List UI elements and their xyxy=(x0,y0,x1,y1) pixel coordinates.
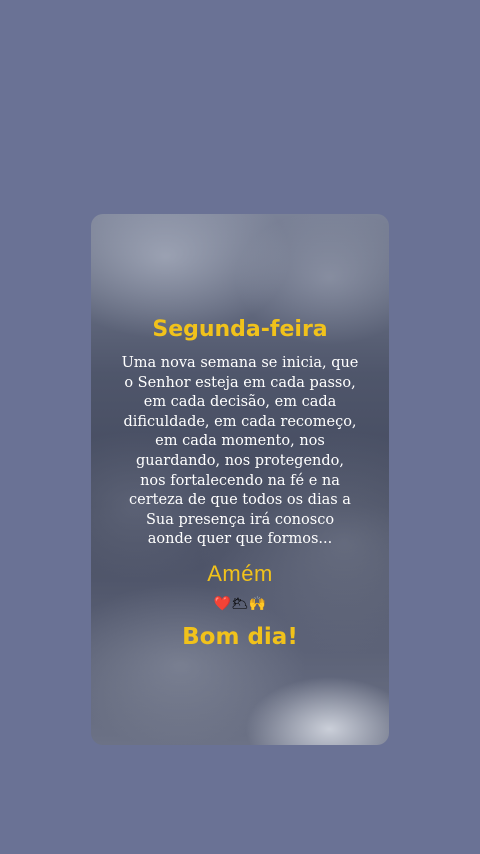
message-line: dificuldade, em cada recomeço, xyxy=(123,413,357,430)
message-line: guardando, nos protegendo, xyxy=(136,452,344,469)
message-text: Uma nova semana se inicia, que o Senhor … xyxy=(120,354,360,550)
message-card: Segunda-feira Uma nova semana se inicia,… xyxy=(91,214,389,745)
greeting-text: Bom dia! xyxy=(182,623,298,650)
message-line: aonde quer que formos... xyxy=(147,531,333,548)
message-line: certeza de que todos os dias a xyxy=(129,492,351,509)
amen-text: Amém xyxy=(207,560,273,586)
message-line: em cada momento, nos xyxy=(155,433,325,450)
message-line: nos fortalecendo na fé e na xyxy=(140,472,340,489)
message-line: Sua presença irá conosco xyxy=(145,511,335,528)
message-line: o Senhor esteja em cada passo, xyxy=(124,374,356,391)
heart-cloud-hands-emoji-icons: ❤️🌥🙌 xyxy=(213,595,267,612)
message-line: Uma nova semana se inicia, que xyxy=(121,355,359,371)
card-content: Segunda-feira Uma nova semana se inicia,… xyxy=(91,314,389,653)
message-line: em cada decisão, em cada xyxy=(143,394,337,411)
day-title: Segunda-feira xyxy=(152,317,328,342)
